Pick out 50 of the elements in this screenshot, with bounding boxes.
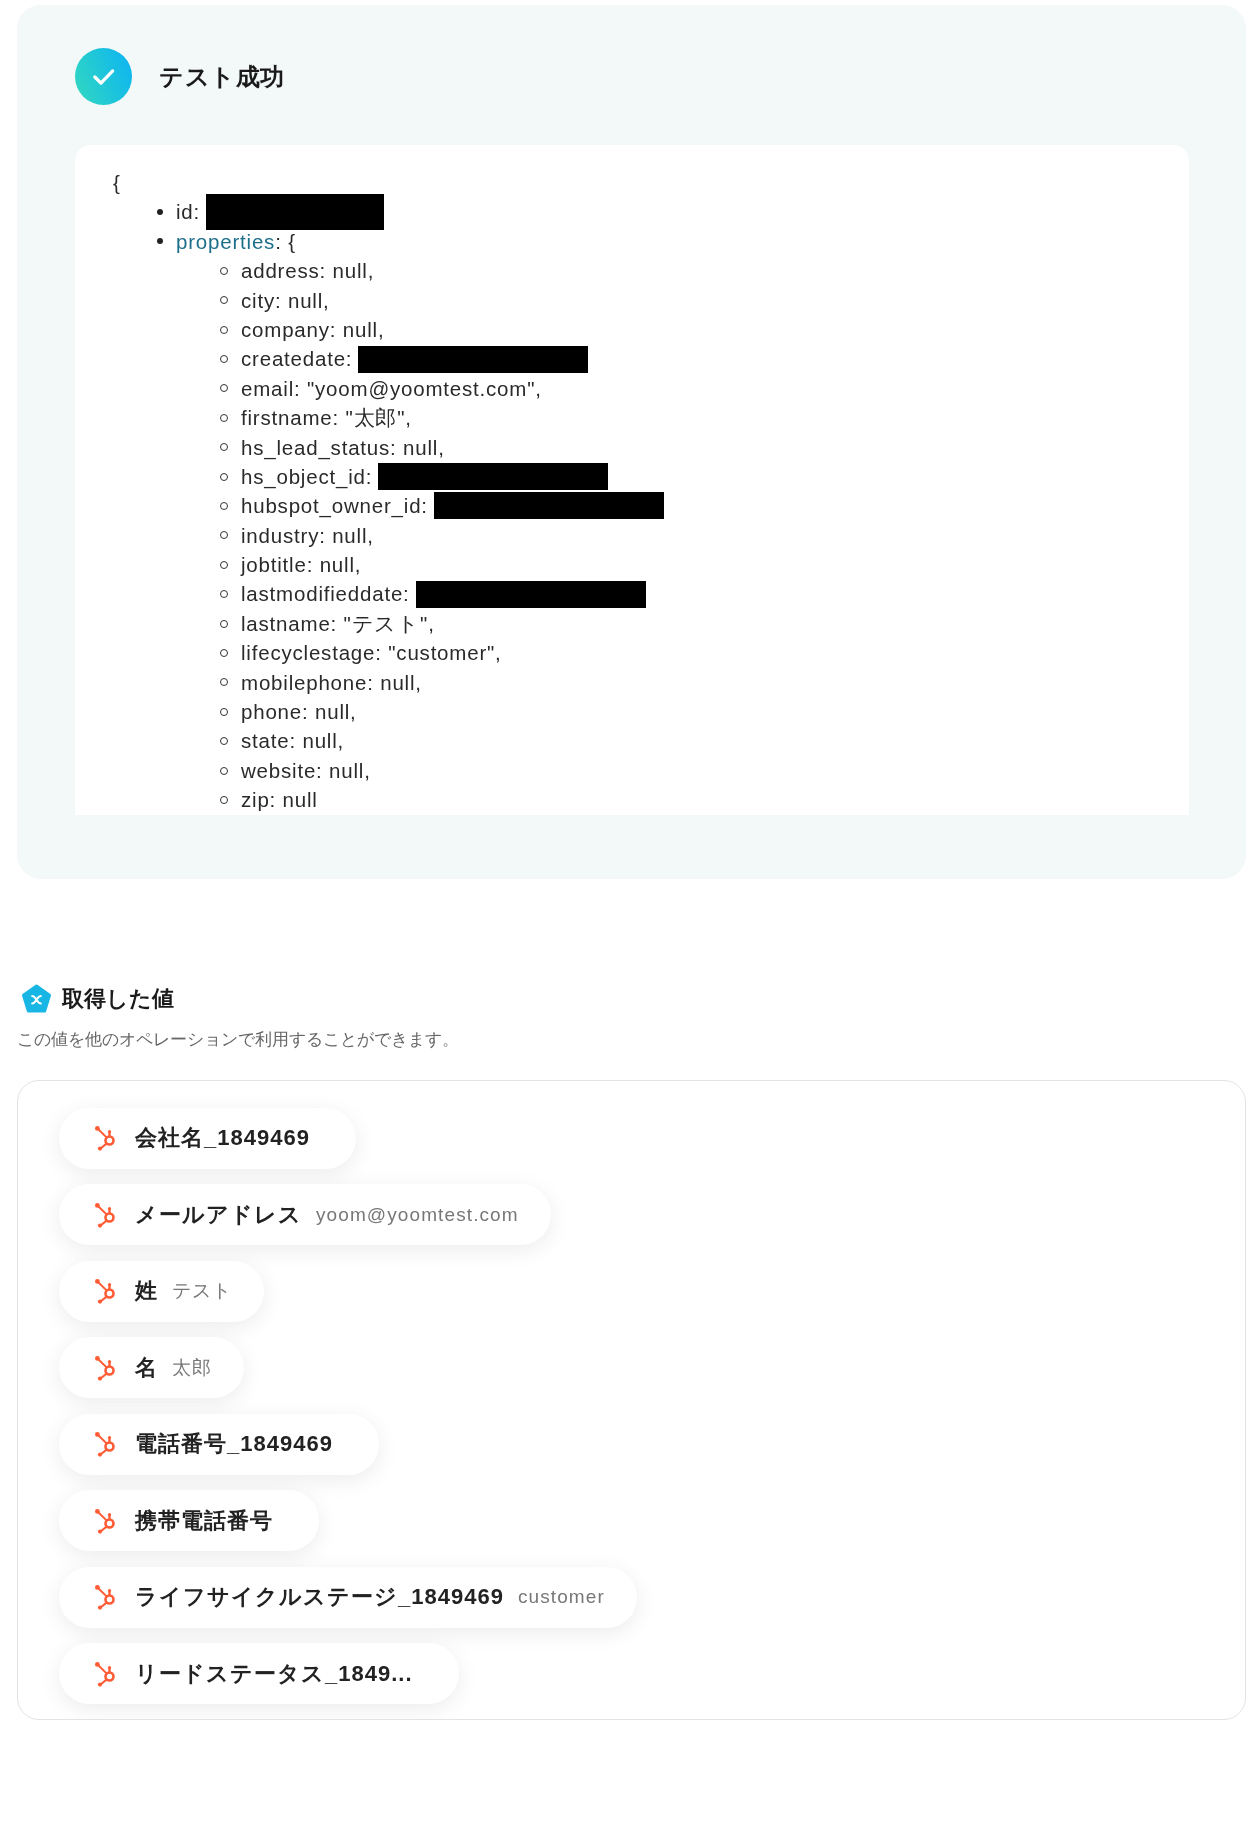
code-text: lastname: "テスト", bbox=[241, 610, 435, 637]
value-label: 会社名_1849469 bbox=[135, 1124, 310, 1153]
code-text: industry: null, bbox=[241, 522, 374, 549]
code-text: firstname: "太郎", bbox=[241, 405, 412, 432]
code-text: address: null, bbox=[241, 258, 375, 285]
value-label: 電話番号_1849469 bbox=[135, 1430, 333, 1459]
sprocket-icon bbox=[94, 1660, 118, 1687]
sprocket-icon bbox=[94, 1584, 118, 1611]
code-text: lastmodifieddate: bbox=[241, 581, 410, 608]
code-text: mobilephone: null, bbox=[241, 669, 422, 696]
code-text: { bbox=[113, 170, 121, 196]
sprocket-icon bbox=[94, 1431, 118, 1458]
value-label: メールアドレス bbox=[135, 1200, 302, 1229]
check-icon bbox=[75, 48, 132, 105]
value-text: 太郎 bbox=[172, 1355, 213, 1380]
value-label: 名 bbox=[135, 1353, 158, 1382]
sprocket-icon bbox=[94, 1507, 118, 1534]
status-title: テスト成功 bbox=[159, 61, 285, 92]
code-text: company: null, bbox=[241, 316, 385, 343]
code-text: lifecyclestage: "customer", bbox=[241, 640, 502, 667]
code-text: email: "yoom@yoomtest.com", bbox=[241, 375, 542, 402]
value-text: yoom@yoomtest.com bbox=[316, 1203, 519, 1226]
section-description: この値を他のオペレーションで利用することができます。 bbox=[17, 1028, 460, 1050]
code-text: zip: null bbox=[241, 787, 318, 814]
value-text: テスト bbox=[172, 1279, 233, 1304]
code-text: : { bbox=[275, 228, 296, 255]
sprocket-icon bbox=[94, 1125, 118, 1152]
value-label: 携帯電話番号 bbox=[135, 1506, 273, 1535]
bullet-icon bbox=[157, 209, 163, 216]
code-text: website: null, bbox=[241, 757, 371, 784]
value-text: customer bbox=[517, 1586, 605, 1609]
sprocket-icon bbox=[94, 1201, 118, 1228]
code-text: state: null, bbox=[241, 728, 345, 755]
code-text: createdate: bbox=[241, 346, 353, 373]
value-label: リードステータス_1849... bbox=[135, 1659, 413, 1688]
sprocket-icon bbox=[94, 1278, 118, 1305]
code-text: phone: null, bbox=[241, 699, 357, 726]
value-label: ライフサイクルステージ_1849469 bbox=[135, 1583, 504, 1612]
object-key[interactable]: properties bbox=[176, 226, 276, 257]
code-text: hs_object_id: bbox=[241, 463, 373, 491]
section-title: 取得した値 bbox=[62, 984, 174, 1013]
value-label: 姓 bbox=[135, 1277, 158, 1306]
code-text: id: bbox=[176, 199, 201, 226]
pentagon-icon bbox=[21, 983, 52, 1014]
code-text: jobtitle: null, bbox=[241, 552, 362, 579]
bullet-icon bbox=[157, 238, 163, 245]
sprocket-icon bbox=[94, 1354, 118, 1381]
code-text: hubspot_owner_id: bbox=[241, 493, 428, 520]
code-text: hs_lead_status: null, bbox=[241, 434, 445, 462]
code-text: city: null, bbox=[241, 287, 330, 314]
